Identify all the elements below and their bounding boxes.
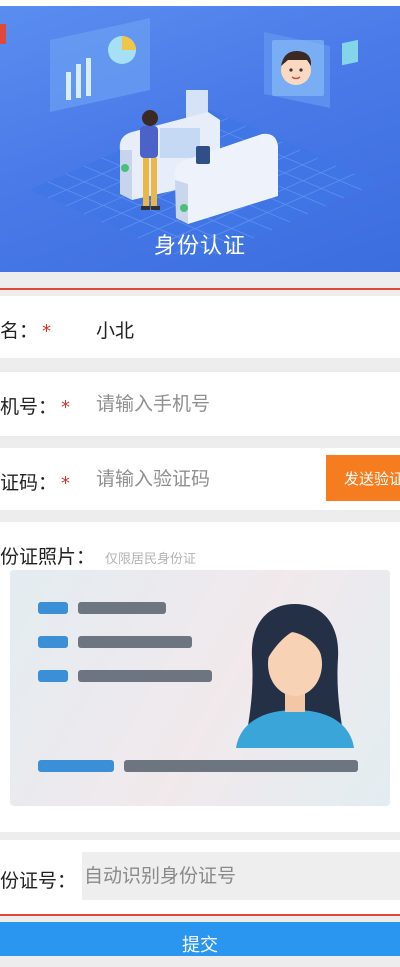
card-field-line — [78, 670, 212, 682]
id-photo-row: 份证照片： 仅限居民身份证 — [0, 522, 400, 832]
verification-code-row: 证码：* 发送验证 — [0, 448, 400, 510]
code-label: 证码： * — [0, 468, 70, 495]
banner-title: 身份认证 — [153, 234, 246, 259]
divider-top — [0, 288, 400, 290]
required-mark: * — [61, 397, 71, 418]
id-number-label: 份证号： — [0, 870, 77, 892]
submit-button[interactable]: 提交 — [0, 922, 400, 956]
name-row: 名： * 小北 — [0, 296, 400, 358]
id-number-field — [82, 852, 400, 900]
phone-input[interactable] — [92, 389, 320, 419]
required-mark: * — [61, 473, 71, 494]
id-photo-hint: 仅限居民身份证 — [105, 552, 197, 567]
verification-code-input[interactable] — [92, 464, 310, 494]
phone-label: 机号： * — [0, 392, 70, 419]
card-field-marker — [38, 670, 68, 682]
name-label: 名： * — [0, 316, 51, 343]
card-field-marker — [38, 636, 68, 648]
card-id-line — [124, 760, 358, 772]
code-label-text: 证码： — [0, 472, 58, 494]
card-field-line — [78, 602, 166, 614]
id-number-row: 份证号： — [0, 840, 400, 914]
name-label-text: 名： — [0, 320, 39, 342]
phone-label-text: 机号： — [0, 396, 58, 418]
required-mark: * — [42, 321, 52, 342]
id-photo-label-text: 份证照片： — [0, 546, 96, 568]
card-field-line — [78, 636, 192, 648]
avatar-portrait-icon — [236, 604, 354, 748]
header-banner: 身份认证 — [0, 0, 400, 272]
id-number-input[interactable] — [82, 852, 400, 900]
phone-row: 机号： * — [0, 372, 400, 436]
send-code-button[interactable]: 发送验证 — [326, 455, 400, 501]
card-id-marker — [38, 760, 114, 772]
card-field-marker — [38, 602, 68, 614]
name-value[interactable]: 小北 — [96, 316, 134, 343]
divider-bottom — [0, 914, 400, 916]
id-photo-label: 份证照片： 仅限居民身份证 — [0, 542, 196, 569]
id-card-upload[interactable] — [10, 570, 390, 806]
